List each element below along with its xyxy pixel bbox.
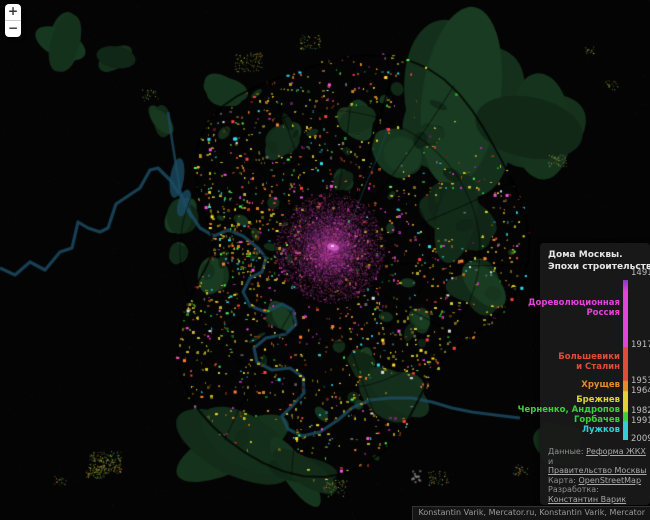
credits-map-line: Карта: OpenStreetMap [548,476,648,486]
data-source-link-reforma[interactable]: Реформа ЖКХ [586,447,646,456]
era-label-luzhkov: Лужков [582,426,620,436]
credits-data-line: Данные: Реформа ЖКХ и [548,447,648,466]
osm-link[interactable]: OpenStreetMap [578,476,641,485]
year-tick: 2009 [631,434,650,444]
data-source-link-government[interactable]: Правительство Москвы [548,466,647,475]
era-label-chernenko-andropov-gorbachev: Черненко, АндроповГорбачев [518,406,620,425]
era-color-gradient-bar [623,280,628,440]
era-label-prerevolutionary: ДореволюционнаяРоссия [528,299,620,318]
zoom-in-button[interactable]: + [5,4,21,21]
year-tick: 1917 [631,340,650,350]
zoom-control: + − [5,4,21,37]
era-label-bolsheviks-stalin: Большевикии Сталин [558,353,620,372]
era-label-khrushchev: Хрущев [581,381,620,391]
developer-link[interactable]: Константин Варик [548,495,626,504]
credits-data-line2: Правительство Москвы [548,466,648,476]
year-tick: 1953 [631,376,650,386]
zoom-out-button[interactable]: − [5,21,21,37]
legend-panel: Дома Москвы. Эпохи строительства [?] [=]… [540,243,650,505]
credits-developer-line: Разработка: Константин Варик [548,485,648,504]
attribution-text: Konstantin Varik, Mercator.ru, Konstanti… [419,508,645,517]
map-viewport: + − Дома Москвы. Эпохи строительства [?]… [0,0,650,520]
year-tick: 1982 [631,406,650,416]
legend-title-line1: Дома Москвы. [548,249,650,261]
year-tick: 1991 [631,416,650,426]
year-tick: 1491 [631,268,650,278]
year-tick: 1964 [631,386,650,396]
map-attribution-bar: Konstantin Varik, Mercator.ru, Konstanti… [412,506,650,520]
